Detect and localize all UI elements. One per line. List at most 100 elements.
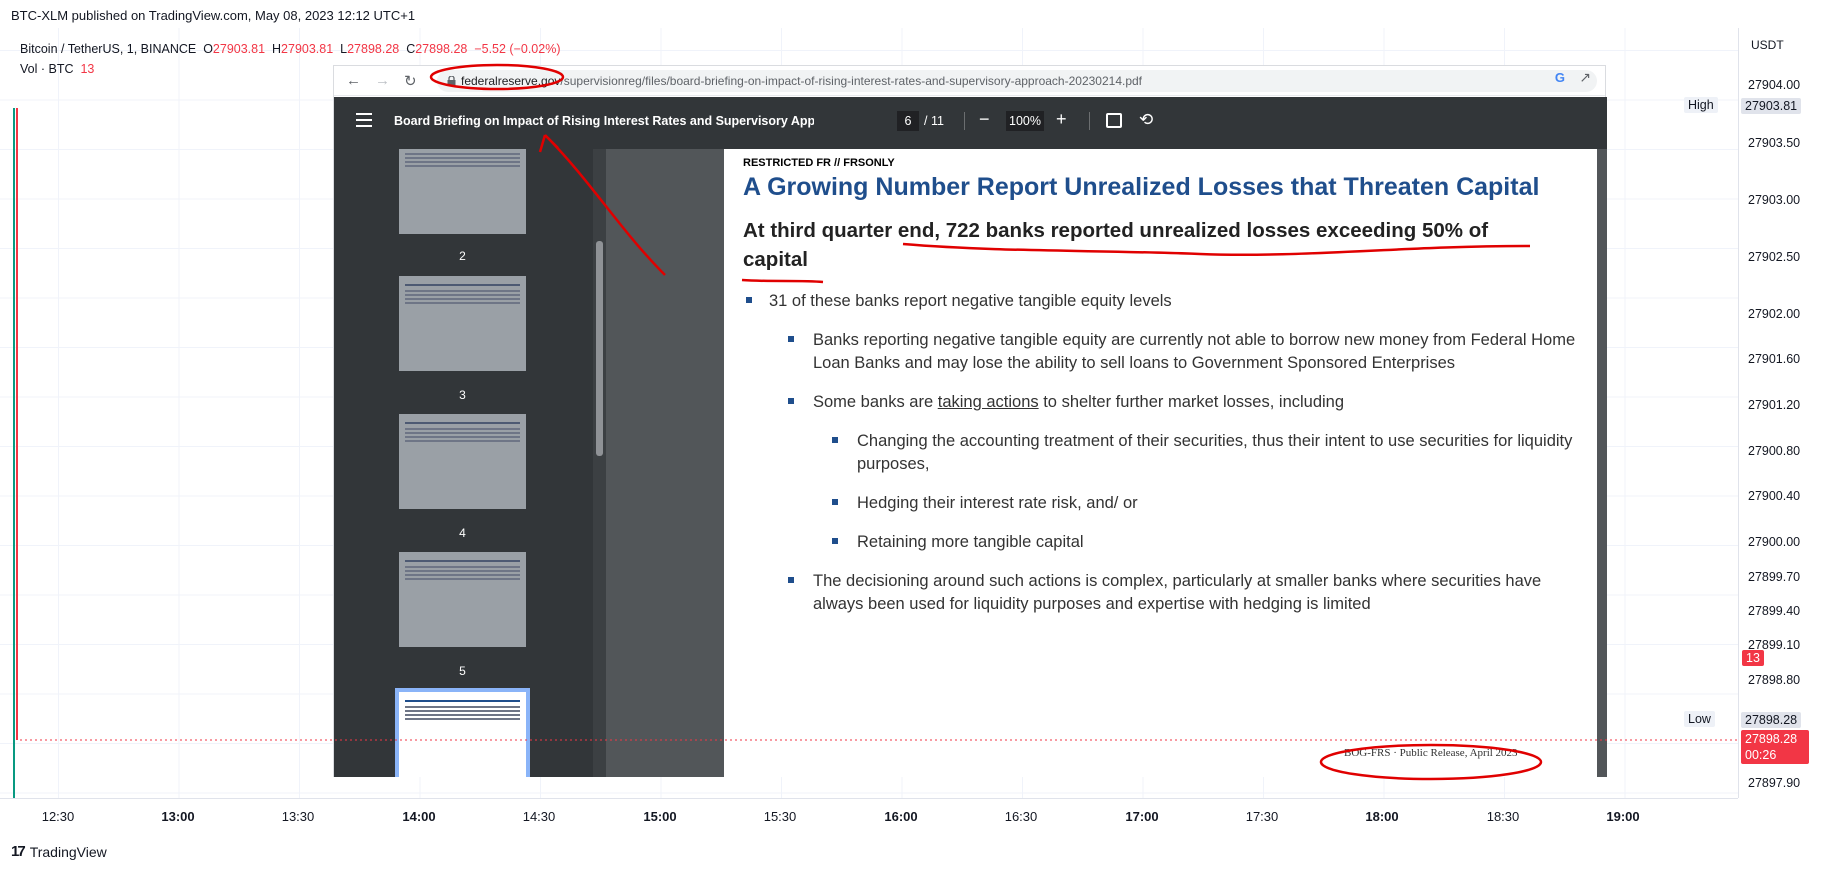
low-value: 27898.28 [347, 42, 400, 56]
bullet-square-icon [746, 297, 752, 303]
pdf-toolbar: Board Briefing on Impact of Rising Inter… [334, 97, 1607, 149]
price-axis[interactable]: USDT 27904.00 27903.50 27903.00 27902.50… [1684, 28, 1823, 798]
bullet-text: to shelter further market losses, includ… [1038, 393, 1345, 411]
thumbnail-page-2[interactable] [399, 149, 526, 234]
price-tick: 27901.20 [1748, 398, 1801, 412]
menu-icon[interactable] [356, 113, 372, 127]
zoom-level-input[interactable]: 100% [1006, 111, 1044, 131]
price-tick: 27899.70 [1748, 570, 1801, 584]
time-tick: 15:30 [763, 809, 797, 824]
bullet-square-icon [788, 336, 794, 342]
symbol-name[interactable]: Bitcoin / TetherUS, 1, BINANCE [20, 42, 196, 56]
tradingview-brand: TradingView [29, 843, 107, 860]
price-tick: 27897.90 [1748, 776, 1801, 790]
bullet-text: The decisioning around such actions is c… [813, 572, 1542, 613]
time-tick: 16:00 [884, 809, 918, 824]
price-tick: 27898.80 [1748, 673, 1801, 687]
price-tick: 27902.00 [1748, 307, 1801, 321]
google-icon[interactable]: G [1555, 70, 1565, 85]
slide-title: A Growing Number Report Unrealized Losse… [743, 173, 1540, 201]
pdf-page: RESTRICTED FR // FRSONLY A Growing Numbe… [724, 149, 1597, 777]
taking-actions-link[interactable]: taking actions [938, 393, 1039, 411]
time-tick: 13:30 [281, 809, 315, 824]
time-tick: 14:00 [402, 809, 436, 824]
bullet-level-3: Changing the accounting treatment of the… [832, 430, 1578, 476]
bullet-square-icon [832, 437, 838, 443]
time-tick: 18:30 [1486, 809, 1520, 824]
price-tick: 27900.80 [1748, 444, 1801, 458]
high-label: H [272, 42, 282, 56]
back-icon[interactable]: ← [346, 72, 361, 89]
restricted-label: RESTRICTED FR // FRSONLY [743, 157, 895, 169]
release-note: BOG-FRS · Public Release, April 2023 [1344, 747, 1518, 759]
bullet-level-2: Banks reporting negative tangible equity… [788, 329, 1578, 375]
time-tick: 13:00 [161, 809, 195, 824]
bullet-level-2: The decisioning around such actions is c… [788, 570, 1578, 616]
bullet-text: Changing the accounting treatment of the… [857, 432, 1573, 473]
page-number-input[interactable]: 6 [897, 111, 919, 131]
bullet-level-1: 31 of these banks report negative tangib… [746, 290, 1578, 313]
url-path: /supervisionreg/files/board-briefing-on-… [560, 74, 1143, 88]
open-value: 27903.81 [212, 42, 266, 56]
tradingview-footer[interactable]: 17 TradingView [11, 843, 107, 860]
time-tick: 16:30 [1004, 809, 1038, 824]
price-tick: 27901.60 [1748, 352, 1801, 366]
url-domain: federalreserve.gov [461, 74, 561, 88]
forward-icon[interactable]: → [375, 72, 390, 89]
rotate-icon[interactable]: ⟲ [1139, 110, 1153, 130]
thumbnail-number: 4 [459, 526, 466, 540]
high-marker-label: High [1684, 97, 1718, 113]
thumbnail-number: 2 [459, 249, 466, 263]
high-value: 27903.81 [281, 42, 334, 56]
scrollbar-thumb[interactable] [596, 241, 603, 456]
thumbnail-page-5[interactable] [399, 552, 526, 647]
volume-badge: 13 [1742, 650, 1764, 666]
low-marker-value: 27898.28 [1741, 712, 1802, 728]
price-tick: 27903.50 [1748, 136, 1801, 150]
zoom-out-icon[interactable]: − [979, 109, 990, 130]
zoom-in-icon[interactable]: + [1056, 109, 1067, 130]
low-marker-label: Low [1684, 711, 1715, 727]
thumbnail-page-4[interactable] [399, 414, 526, 509]
volume-value: 13 [80, 62, 95, 76]
fit-page-icon[interactable] [1106, 113, 1122, 128]
thumbnail-page-6-selected[interactable] [395, 688, 530, 777]
close-value: 27898.28 [415, 42, 468, 56]
time-tick: 14:30 [522, 809, 556, 824]
thumbnail-page-3[interactable] [399, 276, 526, 371]
bullet-square-icon [832, 538, 838, 544]
embedded-browser-screenshot: ← → ↻ federalreserve.gov/supervisionreg/… [333, 65, 1607, 777]
slide-subtitle: At third quarter end, 722 banks reported… [743, 219, 1489, 271]
browser-address-bar: ← → ↻ federalreserve.gov/supervisionreg/… [334, 66, 1605, 96]
reload-icon[interactable]: ↻ [404, 72, 417, 90]
thumbnail-sidebar[interactable]: 2 3 4 5 6 [334, 149, 606, 777]
time-tick: 19:00 [1606, 809, 1640, 824]
price-tick: 27899.40 [1748, 604, 1801, 618]
bullet-text: 31 of these banks report negative tangib… [769, 292, 1172, 310]
currency-label[interactable]: USDT [1751, 38, 1784, 52]
time-tick: 15:00 [643, 809, 677, 824]
toolbar-divider [1089, 112, 1090, 130]
tradingview-logo-icon: 17 [11, 843, 26, 860]
volume-label[interactable]: Vol · BTC [20, 62, 74, 76]
open-label: O [203, 42, 213, 56]
toolbar-divider [964, 112, 965, 130]
candle-countdown: 00:26 [1745, 748, 1777, 762]
pdf-title: Board Briefing on Impact of Rising Inter… [394, 114, 814, 128]
bullet-text: Retaining more tangible capital [857, 533, 1084, 551]
change-value: −5.52 (−0.02%) [474, 42, 561, 56]
time-axis[interactable]: 12:30 13:00 13:30 14:00 14:30 15:00 15:3… [0, 798, 1738, 834]
price-tick: 27900.40 [1748, 489, 1801, 503]
price-tick: 27902.50 [1748, 250, 1801, 264]
thumbnail-scrollbar[interactable] [593, 149, 606, 777]
bullet-level-3: Retaining more tangible capital [832, 531, 1578, 554]
url-field[interactable]: federalreserve.gov/supervisionreg/files/… [437, 70, 1597, 92]
time-tick: 18:00 [1365, 809, 1399, 824]
time-tick: 17:30 [1245, 809, 1279, 824]
bullet-text: Some banks are [813, 393, 938, 411]
high-marker-value: 27903.81 [1741, 98, 1802, 114]
share-icon[interactable]: ↗ [1579, 69, 1591, 86]
bullet-square-icon [788, 398, 794, 404]
pdf-document-area[interactable]: RESTRICTED FR // FRSONLY A Growing Numbe… [606, 149, 1607, 777]
bullet-text: Banks reporting negative tangible equity… [813, 331, 1576, 372]
